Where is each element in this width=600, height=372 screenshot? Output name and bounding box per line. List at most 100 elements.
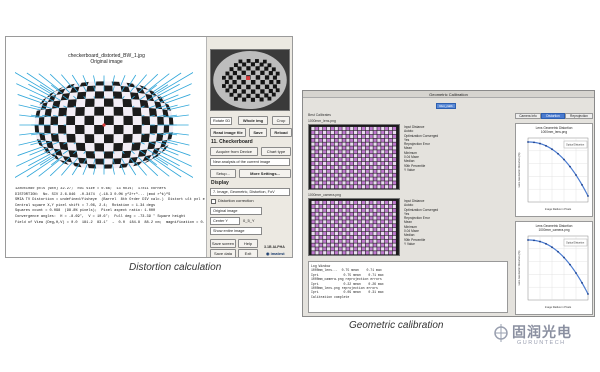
calibration-square — [326, 200, 331, 205]
calibration-square — [350, 216, 354, 220]
calibration-square — [322, 134, 327, 138]
calibration-square — [334, 251, 338, 255]
checker-square — [113, 106, 124, 116]
calibration-log[interactable]: Log Window 1000mm_lens... 0.75 mean 0.71 … — [308, 261, 508, 313]
exit-button[interactable]: Exit — [238, 249, 258, 257]
center-select[interactable]: Center Y — [210, 217, 240, 225]
calibration-square — [319, 239, 323, 243]
display-label: Display — [211, 180, 229, 186]
acquire-button[interactable]: Acquire from Device — [210, 147, 258, 156]
save-data-button[interactable]: Save data — [210, 249, 236, 257]
calibration-square — [354, 157, 358, 162]
calibration-square — [342, 146, 346, 150]
calibration-square — [357, 134, 362, 138]
calibration-square — [377, 146, 381, 150]
reload-button[interactable]: Reload — [270, 128, 292, 137]
calibration-square — [384, 220, 389, 224]
calibration-square — [357, 173, 362, 177]
calibration-square — [388, 243, 393, 247]
thumbnail-square — [233, 63, 238, 68]
calibration-square — [323, 220, 327, 224]
calibration-square — [392, 251, 396, 255]
more-settings-button[interactable]: More Settings... — [239, 169, 291, 178]
calibration-square — [342, 212, 346, 216]
calibration-square — [392, 142, 397, 146]
display-select[interactable]: 7. Image, Geometric, Distortion, FoV — [210, 188, 290, 196]
calibration-square — [384, 243, 389, 247]
checker-square — [168, 125, 174, 133]
calibration-square — [388, 169, 393, 173]
calibration-square — [346, 239, 350, 243]
calibration-square — [342, 157, 346, 162]
calibration-square — [338, 154, 342, 158]
calibration-square — [315, 216, 319, 220]
checker-square — [104, 164, 113, 169]
calibration-square — [338, 150, 342, 154]
thumbnail-square — [271, 67, 276, 72]
checker-square — [84, 106, 95, 116]
calibration-square — [326, 126, 331, 131]
calibration-square — [338, 126, 342, 131]
distortion-controls: Rotate 0D Whole img Crop Read image file… — [210, 37, 292, 257]
calibration-square — [346, 150, 350, 154]
calibration-square — [385, 157, 389, 162]
calibration-square — [350, 161, 354, 166]
checker-square — [163, 116, 170, 125]
show-image-select[interactable]: Show entire image — [210, 227, 262, 235]
calibration-square — [354, 142, 358, 146]
distortion-correction-checkbox[interactable] — [211, 199, 216, 204]
checker-square — [132, 115, 142, 125]
setup-button[interactable]: Setup... — [210, 169, 236, 178]
crop-button[interactable]: Crop — [272, 116, 290, 125]
tab-camera-info[interactable]: Camera Info — [515, 113, 541, 119]
channel-label: 0_5_Y — [243, 218, 255, 223]
calibration-square — [338, 181, 342, 185]
calibration-square — [357, 208, 362, 212]
center-marker — [102, 123, 106, 127]
calibration-square — [381, 224, 385, 228]
sample-point — [581, 281, 583, 284]
tab-reprojection[interactable]: Reprojection — [565, 113, 593, 119]
calibration-square — [365, 126, 369, 131]
calibration-square — [346, 146, 350, 150]
sample-point — [551, 246, 553, 249]
calibration-square — [334, 227, 338, 232]
checker-square — [94, 115, 104, 125]
checker-square — [75, 115, 85, 125]
thumbnail-square — [246, 66, 251, 71]
original-image-select[interactable]: Original image — [210, 207, 262, 215]
thumbnail-square — [236, 75, 242, 80]
thumbnail-square — [238, 59, 243, 64]
calibration-square — [315, 126, 319, 131]
calibration-square — [330, 208, 335, 212]
save-screen-button[interactable]: Save screen — [210, 239, 236, 248]
help-button[interactable]: Help — [238, 239, 258, 248]
calibration-square — [369, 177, 373, 181]
calibration-square — [357, 181, 362, 185]
calibration-square — [330, 200, 335, 205]
analysis-select[interactable]: New analysis of the current image — [210, 158, 290, 166]
calibration-square — [377, 185, 381, 189]
calibration-square — [381, 239, 385, 243]
chart-type-button[interactable]: Chart type — [261, 147, 291, 156]
read-image-button[interactable]: Read image file — [210, 128, 246, 137]
calibration-square — [357, 161, 362, 166]
calibration-square — [365, 185, 369, 189]
save-button[interactable]: Save — [249, 128, 267, 137]
calibration-square — [361, 231, 366, 236]
calibration-square — [326, 227, 331, 232]
calibration-image-1 — [308, 124, 400, 190]
calibration-square — [346, 130, 350, 135]
calibration-square — [350, 165, 354, 170]
run-calibration-button[interactable]: Run_calib — [436, 103, 456, 109]
calibration-square — [311, 212, 315, 216]
thumbnail-square — [275, 71, 280, 76]
whole-img-button[interactable]: Whole img — [238, 116, 268, 125]
calibration-square — [342, 200, 346, 205]
calibration-square — [334, 208, 338, 212]
calibration-square — [369, 216, 373, 220]
rotate-select[interactable]: Rotate 0D — [210, 117, 232, 125]
checker-square — [168, 117, 174, 125]
calibration-square — [350, 130, 354, 135]
tab-distortion[interactable]: Distortion — [541, 113, 565, 119]
